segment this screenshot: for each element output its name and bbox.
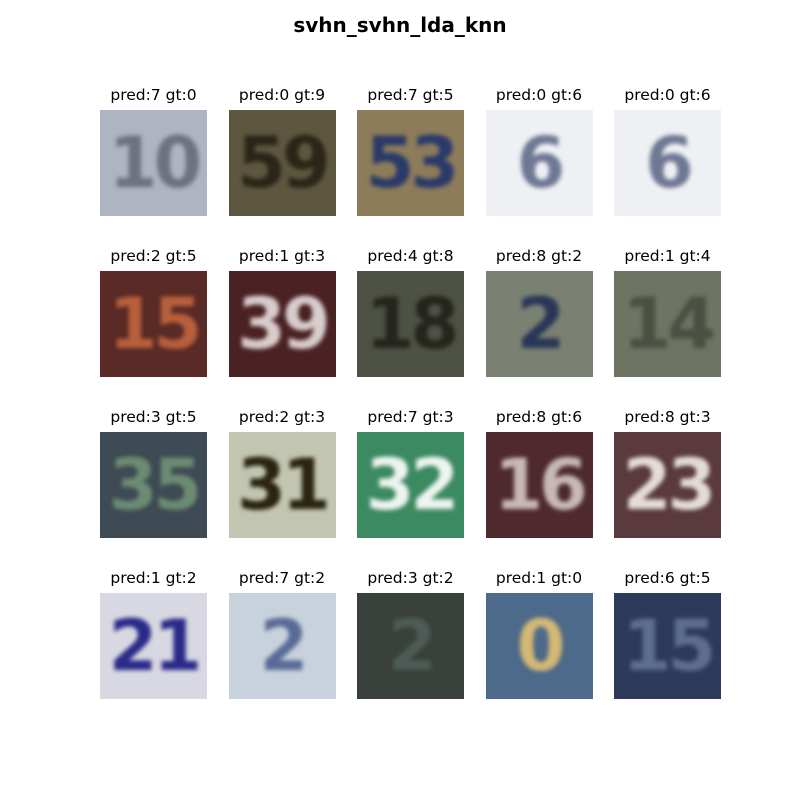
house-number-image: 0: [485, 593, 593, 699]
image-digits: 31: [237, 444, 330, 526]
house-number-image: 18: [357, 271, 464, 377]
image-caption: pred:2 gt:3: [238, 408, 326, 426]
image-digits: 53: [365, 122, 459, 204]
image-caption: pred:1 gt:4: [624, 247, 711, 265]
house-number-image: 2: [228, 593, 336, 699]
image-cell: pred:4 gt:8 18: [357, 245, 464, 377]
image-cell: pred:8 gt:3 23: [614, 406, 721, 538]
house-number-image: 14: [614, 271, 721, 377]
image-cell: pred:8 gt:2 2: [485, 245, 593, 377]
image-cell: pred:1 gt:4 14: [614, 245, 721, 377]
image-caption: pred:8 gt:3: [624, 408, 711, 426]
image-caption: pred:0 gt:6: [624, 86, 711, 104]
image-cell: pred:3 gt:5 35: [100, 406, 207, 538]
image-digits: 2: [388, 605, 437, 687]
house-number-image: 15: [100, 271, 207, 377]
house-number-image: 31: [228, 432, 336, 538]
image-cell: pred:2 gt:3 31: [228, 406, 336, 538]
image-caption: pred:0 gt:9: [238, 86, 326, 104]
image-caption: pred:7 gt:2: [238, 569, 326, 587]
image-caption: pred:7 gt:3: [367, 408, 454, 426]
image-cell: pred:7 gt:2 2: [228, 567, 336, 699]
image-caption: pred:1 gt:2: [110, 569, 197, 587]
image-cell: pred:6 gt:5 15: [614, 567, 721, 699]
house-number-image: 59: [228, 110, 336, 216]
image-digits: 6: [645, 122, 694, 204]
image-caption: pred:6 gt:5: [624, 569, 711, 587]
image-digits: 59: [237, 122, 330, 204]
house-number-image: 16: [485, 432, 593, 538]
house-number-image: 15: [614, 593, 721, 699]
image-cell: pred:0 gt:6 6: [614, 84, 721, 216]
image-cell: pred:3 gt:2 2: [357, 567, 464, 699]
image-digits: 2: [259, 605, 309, 687]
image-digits: 21: [108, 605, 202, 687]
image-cell: pred:1 gt:3 39: [228, 245, 336, 377]
image-caption: pred:2 gt:5: [110, 247, 197, 265]
house-number-image: 2: [357, 593, 464, 699]
image-caption: pred:7 gt:5: [367, 86, 454, 104]
image-digits: 39: [237, 283, 330, 365]
image-cell: pred:1 gt:2 21: [100, 567, 207, 699]
house-number-image: 39: [228, 271, 336, 377]
image-digits: 35: [108, 444, 202, 526]
image-caption: pred:3 gt:5: [110, 408, 197, 426]
image-cell: pred:7 gt:5 53: [357, 84, 464, 216]
image-digits: 14: [622, 283, 716, 365]
image-digits: 23: [622, 444, 716, 526]
image-digits: 16: [494, 444, 587, 526]
figure-title: svhn_svhn_lda_knn: [293, 13, 507, 37]
house-number-image: 2: [485, 271, 593, 377]
image-digits: 15: [622, 605, 716, 687]
image-digits: 6: [516, 122, 566, 204]
image-caption: pred:7 gt:0: [110, 86, 197, 104]
image-digits: 18: [365, 283, 459, 365]
image-caption: pred:8 gt:6: [495, 408, 583, 426]
image-caption: pred:1 gt:3: [238, 247, 326, 265]
image-digits: 32: [365, 444, 459, 526]
house-number-image: 21: [100, 593, 207, 699]
image-digits: 15: [108, 283, 202, 365]
image-grid: pred:7 gt:0 10 pred:0 gt:9 59 pred:7 gt:5 53 p…: [100, 84, 721, 699]
house-number-image: 6: [485, 110, 593, 216]
image-cell: pred:1 gt:0 0: [485, 567, 593, 699]
house-number-image: 6: [614, 110, 721, 216]
image-cell: pred:7 gt:3 32: [357, 406, 464, 538]
image-cell: pred:0 gt:9 59: [228, 84, 336, 216]
house-number-image: 23: [614, 432, 721, 538]
image-caption: pred:8 gt:2: [495, 247, 583, 265]
image-cell: pred:0 gt:6 6: [485, 84, 593, 216]
image-digits: 10: [108, 122, 202, 204]
image-caption: pred:1 gt:0: [495, 569, 583, 587]
image-cell: pred:2 gt:5 15: [100, 245, 207, 377]
house-number-image: 53: [357, 110, 464, 216]
image-cell: pred:8 gt:6 16: [485, 406, 593, 538]
house-number-image: 32: [357, 432, 464, 538]
image-cell: pred:7 gt:0 10: [100, 84, 207, 216]
image-digits: 0: [516, 605, 566, 687]
image-caption: pred:4 gt:8: [367, 247, 454, 265]
image-caption: pred:0 gt:6: [495, 86, 583, 104]
image-caption: pred:3 gt:2: [367, 569, 454, 587]
house-number-image: 10: [100, 110, 207, 216]
house-number-image: 35: [100, 432, 207, 538]
image-digits: 2: [516, 283, 566, 365]
